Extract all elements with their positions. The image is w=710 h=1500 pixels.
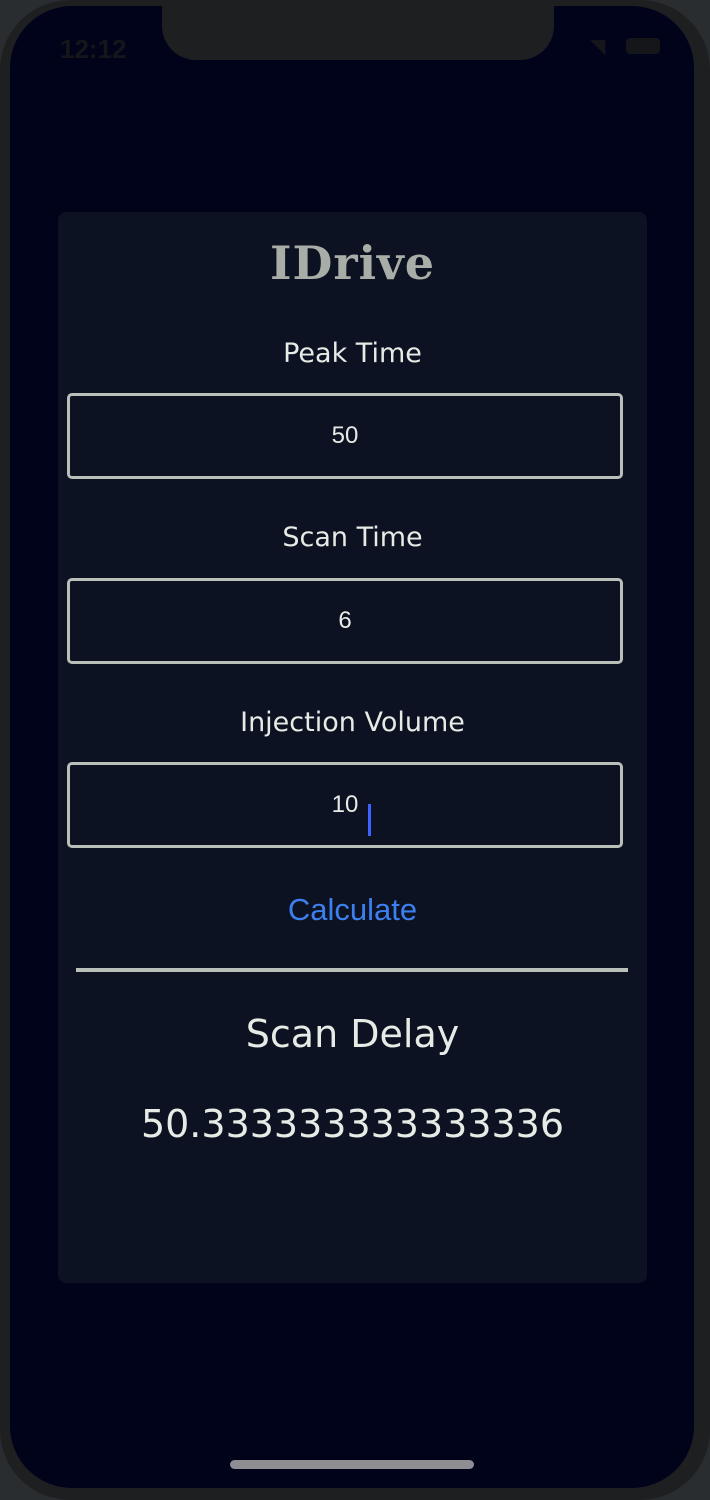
- home-indicator[interactable]: [230, 1460, 474, 1469]
- result-title: Scan Delay: [245, 1012, 460, 1056]
- result-value: 50.333333333333336: [140, 1102, 565, 1146]
- calculate-button[interactable]: Calculate: [58, 892, 647, 928]
- battery-icon: [626, 38, 660, 54]
- calculator-card: IDrive Peak Time Scan Time Injection Vol…: [58, 212, 647, 1283]
- app-title: IDrive: [269, 236, 436, 290]
- device-notch: [162, 6, 554, 60]
- scan-time-input[interactable]: [67, 578, 623, 664]
- scan-time-label: Scan Time: [282, 522, 423, 553]
- peak-time-label: Peak Time: [283, 338, 422, 369]
- peak-time-input[interactable]: [67, 393, 623, 479]
- app-screen: 12:12 ◥ IDrive Peak Time Scan Time Injec…: [10, 6, 694, 1488]
- injection-volume-input[interactable]: [67, 762, 623, 848]
- wifi-icon: ◥: [590, 34, 606, 58]
- status-time: 12:12: [60, 34, 127, 64]
- text-cursor: [368, 804, 371, 836]
- status-icons: ◥: [590, 36, 660, 56]
- phone-frame: 12:12 ◥ IDrive Peak Time Scan Time Injec…: [0, 0, 710, 1500]
- injection-volume-label: Injection Volume: [240, 707, 465, 738]
- result-divider: [76, 968, 628, 972]
